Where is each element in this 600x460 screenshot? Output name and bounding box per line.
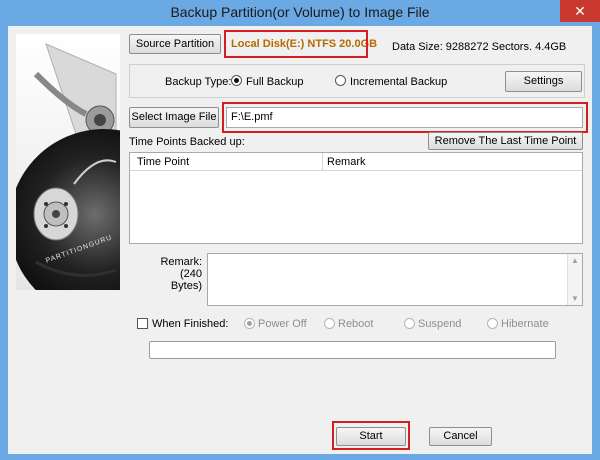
scroll-up-icon[interactable]: ▲	[571, 256, 579, 265]
image-file-highlight-box	[222, 102, 588, 133]
remark-scrollbar[interactable]: ▲ ▼	[567, 254, 582, 305]
scroll-down-icon[interactable]: ▼	[571, 294, 579, 303]
window-frame-bottom	[0, 454, 600, 460]
remove-last-time-point-button[interactable]: Remove The Last Time Point	[428, 132, 583, 150]
incremental-backup-label[interactable]: Incremental Backup	[350, 76, 447, 88]
when-finished-checkbox[interactable]	[137, 318, 148, 329]
hard-disk-illustration: PARTITIONGURU	[16, 34, 120, 290]
incremental-backup-radio[interactable]	[335, 75, 346, 86]
data-size-text: Data Size: 9288272 Sectors. 4.4GB	[392, 41, 567, 53]
time-points-table[interactable]: Time Point Remark	[129, 152, 583, 244]
power-off-label: Power Off	[258, 318, 307, 330]
remark-textarea[interactable]: ▲ ▼	[207, 253, 583, 306]
suspend-label: Suspend	[418, 318, 462, 330]
remark-label: Remark:	[160, 256, 202, 268]
reboot-radio[interactable]	[324, 318, 335, 329]
select-image-file-button[interactable]: Select Image File	[129, 107, 219, 128]
progress-bar	[149, 341, 556, 359]
time-point-column-header[interactable]: Time Point	[137, 156, 189, 168]
when-finished-label[interactable]: When Finished:	[152, 318, 228, 330]
column-divider	[322, 153, 323, 170]
remark-size-hint: (240 Bytes)	[170, 268, 202, 292]
time-points-label: Time Points Backed up:	[129, 136, 245, 148]
cancel-button[interactable]: Cancel	[429, 427, 492, 446]
hibernate-radio[interactable]	[487, 318, 498, 329]
window-title: Backup Partition(or Volume) to Image Fil…	[170, 4, 430, 20]
close-button[interactable]: ✕	[560, 0, 600, 22]
reboot-label: Reboot	[338, 318, 374, 330]
power-off-radio[interactable]	[244, 318, 255, 329]
source-highlight-box	[224, 30, 368, 58]
hibernate-label: Hibernate	[501, 318, 549, 330]
window-frame-left	[0, 26, 8, 460]
full-backup-radio[interactable]	[231, 75, 242, 86]
full-backup-label[interactable]: Full Backup	[246, 76, 303, 88]
source-partition-button[interactable]: Source Partition	[129, 34, 221, 54]
remark-column-header[interactable]: Remark	[327, 156, 366, 168]
backup-type-label: Backup Type:	[165, 76, 232, 88]
start-highlight-box	[332, 421, 410, 450]
window-frame-right	[592, 26, 600, 460]
settings-button[interactable]: Settings	[505, 71, 582, 92]
suspend-radio[interactable]	[404, 318, 415, 329]
